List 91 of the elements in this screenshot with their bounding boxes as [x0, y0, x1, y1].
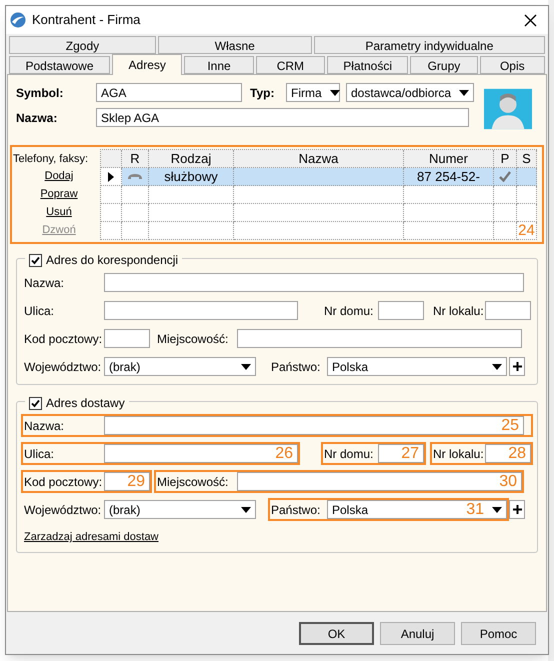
field-label: Nazwa: [24, 418, 66, 434]
app-logo-icon [10, 12, 26, 28]
dropdown-arrow-icon [492, 506, 502, 512]
plus-icon [512, 505, 522, 514]
text-field[interactable] [104, 301, 298, 320]
manage-addresses-link[interactable]: Zarzadzaj adresami dostaw [24, 529, 159, 546]
phones-label: Telefony, faksy: [13, 152, 88, 167]
text-field[interactable] [237, 329, 522, 348]
window-title: Kontrahent - Firma [32, 11, 140, 30]
field-label: Nazwa: [16, 110, 58, 126]
text-field[interactable] [104, 329, 150, 348]
field-label: Państwo: [271, 358, 322, 376]
tab[interactable]: Własne [158, 36, 312, 54]
field-label: Nr domu: [324, 302, 374, 320]
dialog-button[interactable]: Anuluj [380, 622, 455, 645]
dialog-button[interactable]: Pomoc [461, 622, 536, 645]
tab[interactable]: Podstawowe [9, 56, 110, 74]
close-icon [524, 14, 536, 26]
tab[interactable]: Płatności [327, 56, 408, 74]
dropdown-arrow-icon [492, 364, 502, 370]
column-header[interactable]: S [517, 150, 537, 168]
annotation-number: 28 [508, 446, 526, 462]
text-field[interactable]: Sklep AGA [96, 108, 469, 127]
field-label: Nazwa: [24, 274, 66, 292]
tab[interactable]: Inne [184, 56, 254, 74]
dropdown[interactable]: (brak) [104, 357, 256, 376]
tab[interactable]: Zgody [9, 36, 156, 54]
tab[interactable]: Grupy [410, 56, 478, 74]
group-title: Adres dostawy [46, 395, 125, 412]
dropdown[interactable]: Firma [286, 83, 340, 102]
text-field[interactable]: AGA [96, 83, 242, 102]
dropdown[interactable]: dostawca/odbiorca [346, 83, 474, 102]
annotation-number: 30 [499, 474, 517, 490]
field-label: Kod pocztowy: [24, 474, 104, 490]
check-icon [31, 398, 40, 408]
field-label: Miejscowość: [157, 330, 230, 348]
tab[interactable]: Adresy [112, 54, 182, 75]
annotation-number: 29 [127, 474, 145, 490]
action-link[interactable]: Dodaj [44, 168, 74, 186]
field-label: Typ: [250, 84, 276, 102]
field-label: Ulica: [24, 446, 56, 462]
field-label: Nr lokalu: [433, 446, 485, 462]
checkbox[interactable] [29, 254, 42, 266]
text-field[interactable] [104, 273, 524, 292]
phone-icon [128, 174, 142, 180]
dropdown-arrow-icon [330, 90, 340, 96]
plus-icon [512, 362, 522, 371]
action-link[interactable]: Popraw [40, 186, 78, 204]
column-header[interactable]: Nazwa [234, 150, 404, 168]
annotation-number: 25 [501, 418, 519, 434]
tab[interactable]: Opis [480, 56, 545, 74]
field-value: AGA [101, 84, 126, 102]
table-cell [122, 222, 149, 240]
text-field[interactable] [485, 301, 531, 320]
field-label: Nr domu: [324, 446, 374, 462]
field-label: Województwo: [24, 358, 102, 376]
field-label: Ulica: [24, 302, 56, 320]
column-header[interactable]: R [122, 150, 149, 168]
tab[interactable]: CRM [256, 56, 326, 74]
field-label: Państwo: [271, 502, 322, 518]
field-label: Województwo: [24, 502, 102, 518]
annotation-number: 26 [275, 446, 293, 462]
dropdown[interactable]: Polska [327, 357, 507, 376]
text-field[interactable] [378, 301, 424, 320]
dialog-button[interactable]: OK [299, 622, 374, 645]
dropdown-arrow-icon [459, 90, 470, 96]
checkbox[interactable] [29, 396, 42, 410]
dropdown-arrow-icon [241, 506, 251, 512]
action-link[interactable]: Usuń [46, 204, 72, 222]
tab[interactable]: Parametry indywidualne [314, 36, 545, 54]
column-header[interactable]: Rodzaj [149, 150, 234, 168]
add-button[interactable] [509, 500, 525, 519]
check-icon [499, 171, 511, 182]
field-label: Miejscowość: [157, 474, 230, 490]
add-button[interactable] [509, 357, 525, 376]
column-header[interactable]: Numer [404, 150, 494, 168]
dropdown-arrow-icon [241, 364, 251, 370]
annotation-number: 27 [401, 446, 419, 462]
dropdown[interactable]: Polska 31 [327, 500, 507, 519]
field-label: Kod pocztowy: [24, 330, 104, 348]
field-label: Nr lokalu: [433, 302, 485, 320]
annotation-number: 31 [466, 502, 484, 518]
table-row[interactable]: służbowy 87 254-52- [101, 168, 537, 186]
annotation-number: 24 [518, 223, 535, 238]
check-icon [31, 256, 40, 264]
dropdown[interactable]: (brak) [104, 500, 256, 519]
field-value: Sklep AGA [101, 110, 160, 126]
column-header[interactable]: P [494, 150, 517, 168]
row-pointer-icon [108, 172, 114, 182]
field-label: Symbol: [16, 84, 64, 102]
group-title: Adres do korespondencji [46, 252, 178, 269]
